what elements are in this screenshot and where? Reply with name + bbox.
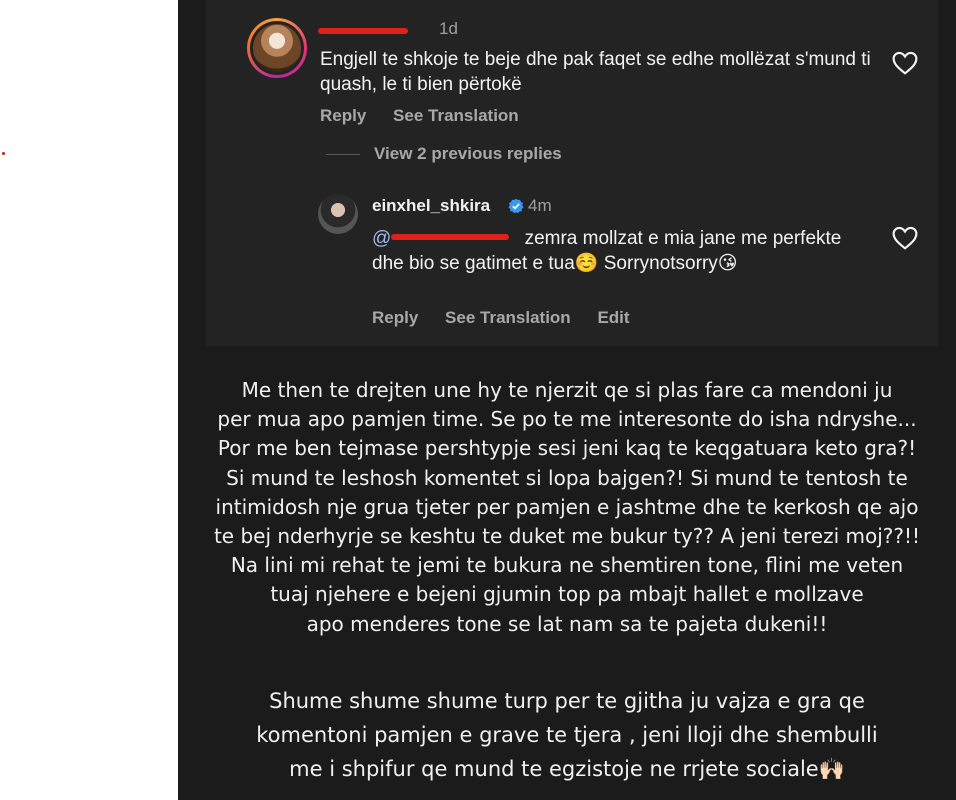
verified-badge-icon xyxy=(508,198,524,214)
story-paragraph-2: Shume shume shume turp per te gjitha ju … xyxy=(256,689,878,781)
see-translation-button[interactable]: See Translation xyxy=(393,106,519,125)
reply-see-translation-button[interactable]: See Translation xyxy=(445,308,571,327)
comment-time: 1d xyxy=(439,19,458,38)
reply-button[interactable]: Reply xyxy=(320,106,366,125)
view-previous-replies-button[interactable]: View 2 previous replies xyxy=(374,144,562,164)
comment-text: Engjell te shkoje te beje dhe pak faqet … xyxy=(320,49,871,95)
username-redaction xyxy=(318,28,408,34)
comment-screenshot: 1d Engjell te shkoje te beje dhe pak faq… xyxy=(206,0,938,346)
story-panel: 1d Engjell te shkoje te beje dhe pak faq… xyxy=(178,0,956,800)
commenter-avatar[interactable] xyxy=(247,18,307,78)
reply-actions: Reply See Translation Edit xyxy=(372,308,652,328)
stray-red-dot xyxy=(2,152,5,155)
reply-time: 4m xyxy=(528,196,552,215)
reply-author-avatar[interactable] xyxy=(318,194,358,234)
replies-divider xyxy=(326,154,360,155)
edit-button[interactable]: Edit xyxy=(597,308,629,327)
reply-author-username[interactable]: einxhel_shkira xyxy=(372,196,490,216)
like-heart-icon[interactable] xyxy=(892,51,918,75)
reply-reply-button[interactable]: Reply xyxy=(372,308,418,327)
like-reply-heart-icon[interactable] xyxy=(892,226,918,250)
story-paragraph-1: Me then te drejten une hy te njerzit qe … xyxy=(213,378,921,636)
mention-link[interactable]: @ xyxy=(372,228,391,249)
mention-redaction xyxy=(391,234,509,240)
comment-actions: Reply See Translation xyxy=(320,106,541,126)
